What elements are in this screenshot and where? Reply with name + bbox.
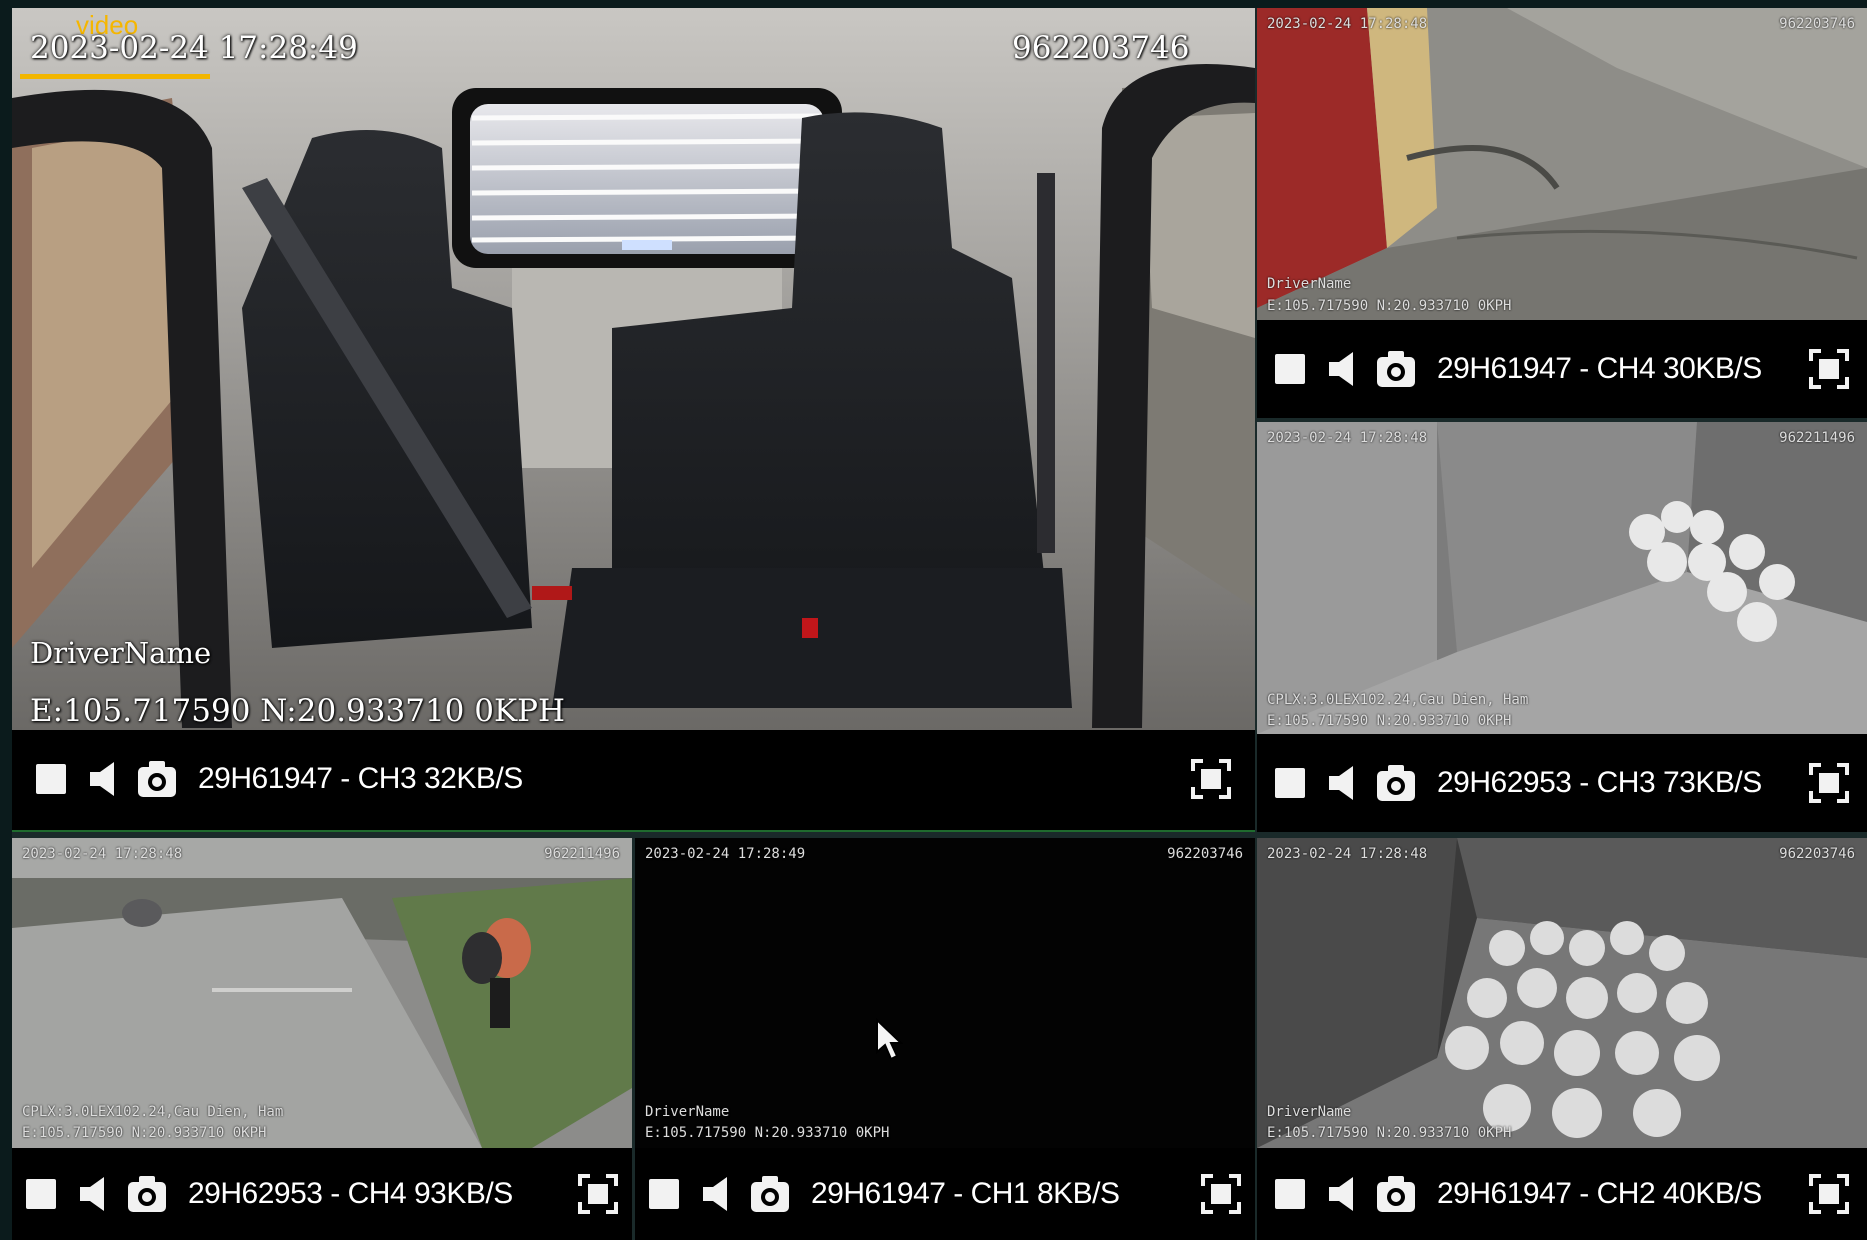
osd-driver-name: CPLX:3.0LEX102.24,Cau Dien, Ham [1267,692,1529,708]
speaker-icon[interactable] [1327,350,1355,388]
osd-gps: E:105.717590 N:20.933710 0KPH [1267,1125,1512,1141]
fullscreen-icon[interactable] [1809,349,1849,389]
stream-label: 29H61947 - CH3 32KB/S [198,762,523,795]
camera-icon[interactable] [1375,349,1417,389]
fullscreen-icon[interactable] [1201,1174,1241,1214]
osd-gps: E:105.717590 N:20.933710 0KPH [645,1125,890,1141]
camera-icon[interactable] [136,759,178,799]
osd-device-id: 962203746 [1779,846,1855,862]
osd-device-id: 962203746 [1779,16,1855,32]
tile-controls: 29H62953 - CH4 93KB/S [12,1148,632,1240]
tile-controls: 29H61947 - CH1 8KB/S [635,1148,1255,1240]
video-wall: video 2023-02-24 17:28:49 962203746 Driv… [12,8,1867,1240]
camera-feed-street: 2023-02-24 17:28:48 962203746 DriverName… [1257,8,1867,320]
mouse-pointer-icon [876,1018,903,1061]
stream-label: 29H62953 - CH4 93KB/S [188,1177,513,1210]
fullscreen-icon[interactable] [1809,1174,1849,1214]
camera-feed-cargo: 2023-02-24 17:28:48 962211496 CPLX:3.0LE… [1257,422,1867,734]
camera-icon[interactable] [1375,763,1417,803]
cab-interior-image [12,8,1255,730]
video-tile-ch4-29h62953[interactable]: 2023-02-24 17:28:48 962211496 CPLX:3.0LE… [12,838,632,1240]
speaker-icon[interactable] [88,760,116,798]
stop-icon[interactable] [36,764,66,794]
osd-device-id: 962211496 [544,846,620,862]
osd-driver-name: DriverName [30,636,212,670]
osd-driver-name: DriverName [645,1104,730,1120]
osd-driver-name: DriverName [1267,1104,1352,1120]
osd-gps: E:105.717590 N:20.933710 0KPH [1267,298,1512,314]
speaker-icon[interactable] [1327,1175,1355,1213]
camera-icon[interactable] [126,1174,168,1214]
camera-feed-cab-interior: video 2023-02-24 17:28:49 962203746 Driv… [12,8,1255,730]
video-tile-ch4-29h61947[interactable]: 2023-02-24 17:28:48 962203746 DriverName… [1257,8,1867,418]
video-tile-ch2-29h61947[interactable]: 2023-02-24 17:28:48 962203746 DriverName… [1257,838,1867,1240]
speaker-icon[interactable] [701,1175,729,1213]
osd-device-id: 962211496 [1779,430,1855,446]
stop-icon[interactable] [26,1179,56,1209]
osd-gps: E:105.717590 N:20.933710 0KPH [1267,713,1512,729]
osd-timestamp: 2023-02-24 17:28:48 [1267,846,1428,862]
osd-device-id: 962203746 [1012,30,1190,66]
stop-icon[interactable] [1275,1179,1305,1209]
tile-controls: 29H61947 - CH3 32KB/S [12,730,1255,828]
tile-controls: 29H62953 - CH3 73KB/S [1257,734,1867,832]
video-tile-main[interactable]: video 2023-02-24 17:28:49 962203746 Driv… [12,8,1255,832]
speaker-icon[interactable] [1327,764,1355,802]
osd-gps: E:105.717590 N:20.933710 0KPH [30,693,566,729]
osd-driver-name: CPLX:3.0LEX102.24,Cau Dien, Ham [22,1104,284,1120]
fullscreen-icon[interactable] [1191,759,1231,799]
camera-feed-cargo-2: 2023-02-24 17:28:48 962203746 DriverName… [1257,838,1867,1148]
osd-timestamp: 2023-02-24 17:28:48 [1267,16,1428,32]
stop-icon[interactable] [649,1179,679,1209]
tile-controls: 29H61947 - CH2 40KB/S [1257,1148,1867,1240]
camera-icon[interactable] [1375,1174,1417,1214]
osd-timestamp: 2023-02-24 17:28:48 [1267,430,1428,446]
stream-label: 29H61947 - CH4 30KB/S [1437,352,1762,385]
osd-device-id: 962203746 [1167,846,1243,862]
stop-icon[interactable] [1275,768,1305,798]
fullscreen-icon[interactable] [578,1174,618,1214]
tile-controls: 29H61947 - CH4 30KB/S [1257,320,1867,418]
active-tile-indicator [20,74,210,79]
osd-timestamp: 2023-02-24 17:28:49 [30,30,358,66]
osd-driver-name: DriverName [1267,276,1352,292]
speaker-icon[interactable] [78,1175,106,1213]
fullscreen-icon[interactable] [1809,763,1849,803]
stream-label: 29H62953 - CH3 73KB/S [1437,766,1762,799]
stream-label: 29H61947 - CH1 8KB/S [811,1177,1120,1210]
camera-icon[interactable] [749,1174,791,1214]
camera-feed-dark: 2023-02-24 17:28:49 962203746 DriverName… [635,838,1255,1148]
osd-timestamp: 2023-02-24 17:28:49 [645,846,806,862]
camera-feed-road: 2023-02-24 17:28:48 962211496 CPLX:3.0LE… [12,838,632,1148]
osd-gps: E:105.717590 N:20.933710 0KPH [22,1125,267,1141]
osd-timestamp: 2023-02-24 17:28:48 [22,846,183,862]
stream-label: 29H61947 - CH2 40KB/S [1437,1177,1762,1210]
stop-icon[interactable] [1275,354,1305,384]
video-tile-ch1-29h61947[interactable]: 2023-02-24 17:28:49 962203746 DriverName… [635,838,1255,1240]
video-tile-ch3-29h62953[interactable]: 2023-02-24 17:28:48 962211496 CPLX:3.0LE… [1257,422,1867,832]
